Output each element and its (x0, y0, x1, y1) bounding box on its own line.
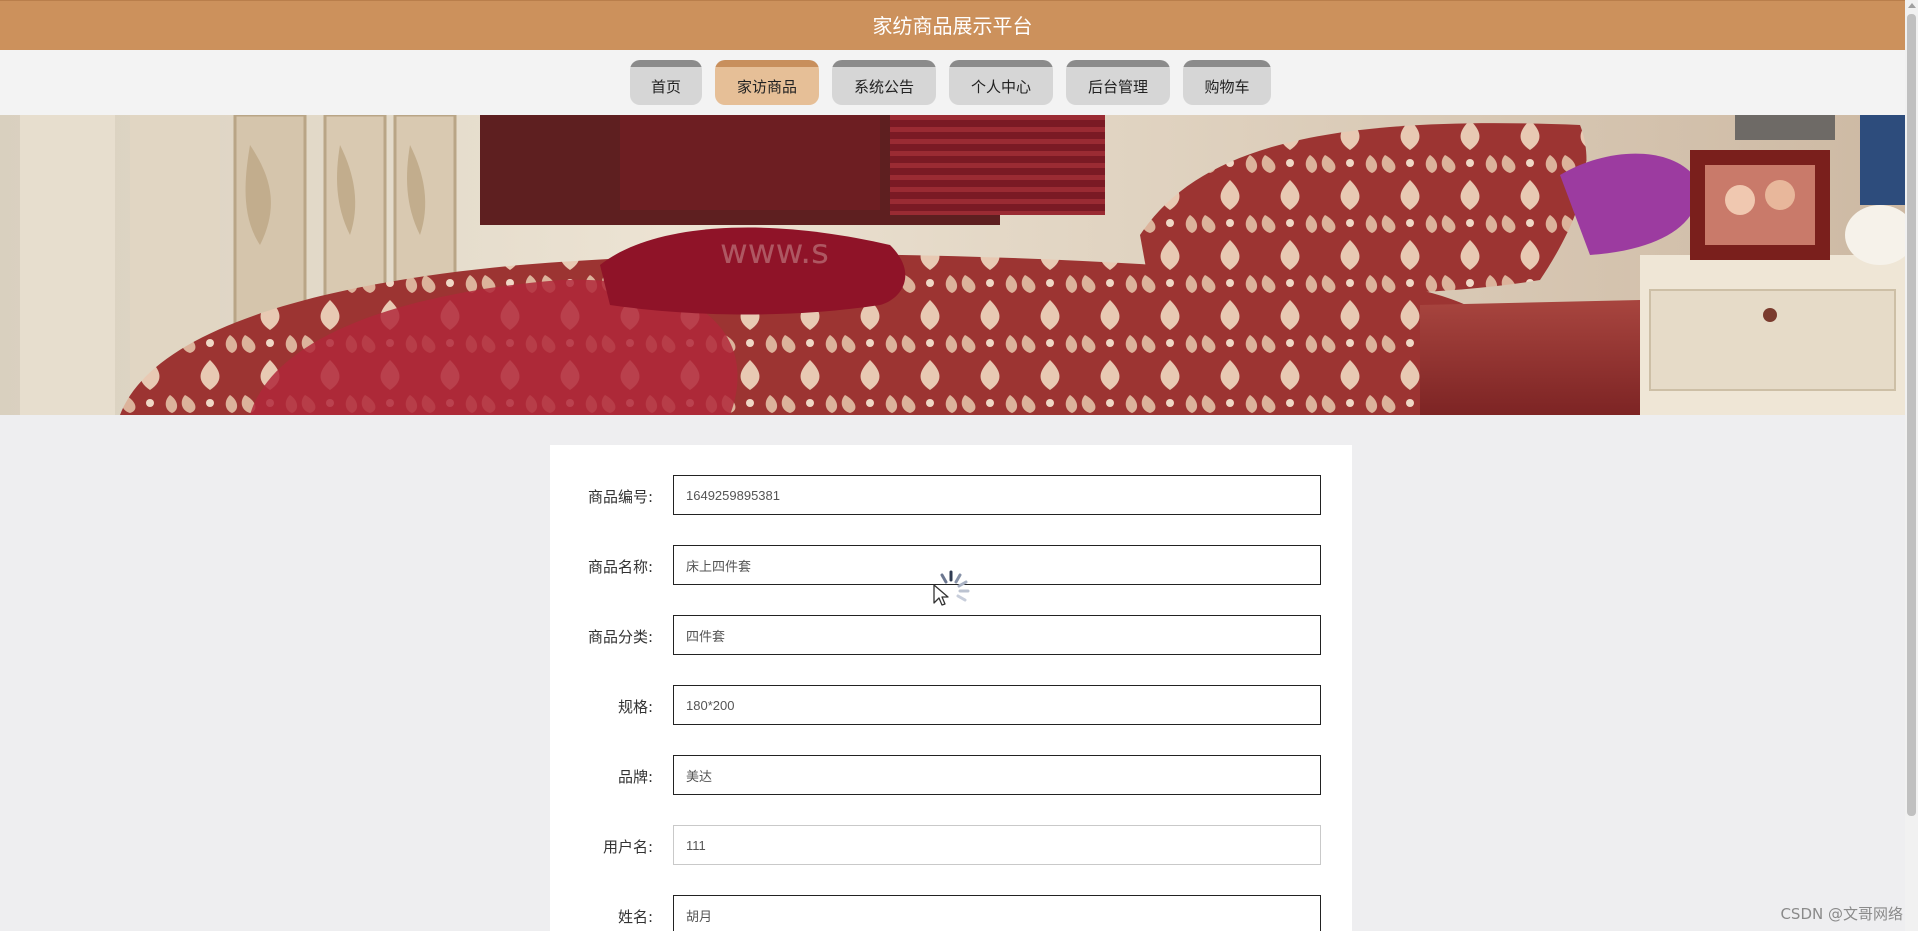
svg-text:www.s: www.s (720, 232, 829, 272)
product-id-label: 商品编号: (587, 488, 653, 506)
site-title: 家纺商品展示平台 (872, 14, 1033, 38)
site-header: 家纺商品展示平台 (0, 0, 1905, 50)
category-label: 商品分类: (587, 628, 653, 646)
nav-list: 首页 家访商品 系统公告 个人中心 后台管理 购物车 (630, 60, 1271, 105)
product-detail-form: 商品编号: 商品名称: 商品分类: 规格: 品牌: 用户名: 姓名: (550, 445, 1352, 931)
banner-image: www.s (0, 115, 1905, 415)
page: 家纺商品展示平台 首页 家访商品 系统公告 个人中心 后台管理 购物车 www.… (0, 0, 1918, 931)
field-row-brand: 品牌: (550, 755, 1352, 795)
scrollbar-thumb[interactable] (1907, 14, 1916, 816)
nav-item-label: 首页 (650, 78, 681, 96)
spec-label: 规格: (617, 698, 653, 716)
bedding-banner-illustration: www.s (0, 115, 1905, 415)
product-id-input[interactable] (673, 475, 1321, 515)
spec-input[interactable] (673, 685, 1321, 725)
nav-item-products[interactable]: 家访商品 (715, 60, 819, 105)
brand-label: 品牌: (617, 768, 653, 786)
nav-item-label: 后台管理 (1087, 78, 1148, 96)
field-row-category: 商品分类: (550, 615, 1352, 655)
product-name-input[interactable] (673, 545, 1321, 585)
fullname-input[interactable] (673, 895, 1321, 931)
fullname-label: 姓名: (617, 908, 653, 926)
main-nav: 首页 家访商品 系统公告 个人中心 后台管理 购物车 (0, 50, 1905, 115)
username-label: 用户名: (602, 838, 653, 856)
nav-item-profile[interactable]: 个人中心 (949, 60, 1053, 105)
nav-item-home[interactable]: 首页 (630, 60, 702, 105)
field-row-spec: 规格: (550, 685, 1352, 725)
loading-cursor-icon (933, 570, 970, 606)
nav-item-label: 个人中心 (970, 78, 1031, 96)
nav-item-announcements[interactable]: 系统公告 (832, 60, 936, 105)
nav-item-cart[interactable]: 购物车 (1183, 60, 1271, 105)
field-row-username: 用户名: (550, 825, 1352, 865)
nav-item-admin[interactable]: 后台管理 (1066, 60, 1170, 105)
product-name-label: 商品名称: (587, 558, 653, 576)
nav-item-label: 购物车 (1204, 78, 1250, 96)
field-row-product-id: 商品编号: (550, 475, 1352, 515)
username-input[interactable] (673, 825, 1321, 865)
scroll-up-arrow-icon[interactable] (1908, 3, 1916, 8)
field-row-fullname: 姓名: (550, 895, 1352, 931)
brand-input[interactable] (673, 755, 1321, 795)
vertical-scrollbar[interactable] (1905, 0, 1918, 931)
nav-item-label: 系统公告 (853, 78, 914, 96)
nav-item-label: 家访商品 (736, 78, 797, 96)
category-input[interactable] (673, 615, 1321, 655)
watermark-text: CSDN @文哥网络 (1780, 905, 1903, 923)
